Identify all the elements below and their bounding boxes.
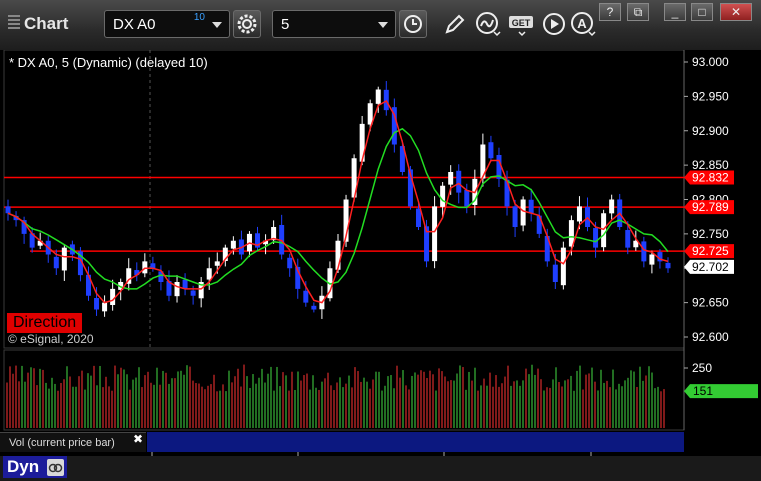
candle-body bbox=[303, 290, 309, 303]
chart-grid bbox=[3, 50, 761, 431]
candle-body bbox=[190, 290, 196, 296]
chevron-down-icon[interactable] bbox=[378, 22, 388, 28]
candle-body bbox=[415, 208, 421, 227]
price-flag-label: 92.725 bbox=[692, 244, 729, 258]
copyright: © eSignal, 2020 bbox=[8, 332, 94, 346]
help-button[interactable]: ? bbox=[599, 3, 621, 21]
get-icon: GET bbox=[509, 16, 533, 37]
candle-body bbox=[150, 263, 156, 269]
candle-body bbox=[504, 179, 510, 207]
app-title: Chart bbox=[8, 14, 68, 34]
bottom-bar bbox=[0, 456, 761, 481]
get-button[interactable]: GET bbox=[507, 10, 535, 38]
price-tick-label: 92.950 bbox=[692, 89, 729, 103]
candle-body bbox=[375, 89, 381, 104]
maximize-button[interactable]: □ bbox=[691, 3, 713, 21]
candle-body bbox=[512, 206, 518, 227]
pencil-icon bbox=[445, 14, 465, 34]
symbol-badge: 10 bbox=[193, 12, 205, 23]
chevron-down-icon[interactable] bbox=[212, 22, 222, 28]
candle-body bbox=[383, 89, 389, 111]
play-icon bbox=[543, 13, 565, 35]
candle-body bbox=[174, 282, 180, 297]
svg-text:GET: GET bbox=[512, 18, 531, 28]
symbol-value: DX A0 bbox=[113, 16, 156, 33]
draw-button[interactable] bbox=[440, 10, 468, 38]
volume-flag-label: 151 bbox=[693, 384, 713, 398]
candle-body bbox=[110, 288, 116, 306]
chart-title: * DX A0, 5 (Dynamic) (delayed 10) bbox=[9, 55, 208, 70]
candle-body bbox=[142, 261, 148, 274]
volume-pane-label: Vol (current price bar) bbox=[0, 432, 146, 452]
time-button[interactable] bbox=[399, 10, 427, 38]
candle-body bbox=[182, 279, 188, 289]
candle-body bbox=[665, 262, 671, 269]
candle-body bbox=[311, 305, 317, 310]
toolbar: Chart DX A0 10 5 GET A ? ⧉ _ □ ✕ bbox=[0, 0, 761, 51]
app-title-text: Chart bbox=[24, 14, 69, 33]
candle-body bbox=[5, 206, 11, 214]
candle-body bbox=[593, 228, 599, 248]
price-tick-label: 92.750 bbox=[692, 227, 729, 241]
candle-body bbox=[528, 199, 534, 214]
study-button[interactable] bbox=[474, 10, 502, 38]
chart-area[interactable]: 93.00092.95092.90092.85092.80092.75092.7… bbox=[0, 50, 761, 460]
price-tick-label: 92.600 bbox=[692, 330, 729, 344]
interval-select[interactable]: 5 bbox=[272, 10, 396, 38]
alert-button[interactable]: A bbox=[569, 10, 597, 38]
restore-link-button[interactable]: ⧉ bbox=[627, 3, 649, 21]
minimize-button[interactable]: _ bbox=[664, 3, 686, 21]
study-label[interactable]: Direction bbox=[7, 313, 83, 333]
candle-body bbox=[552, 264, 558, 282]
candle-body bbox=[432, 206, 438, 262]
alert-a-icon: A bbox=[571, 12, 596, 37]
candle-body bbox=[609, 199, 615, 214]
symbol-input[interactable]: DX A0 10 bbox=[104, 10, 230, 38]
candle-body bbox=[649, 254, 655, 265]
candle-body bbox=[94, 298, 100, 310]
gear-icon bbox=[237, 14, 257, 34]
candle-body bbox=[625, 230, 631, 248]
close-button[interactable]: ✕ bbox=[720, 3, 752, 21]
candle-body bbox=[464, 189, 470, 207]
candle-body bbox=[448, 172, 454, 185]
candle-body bbox=[230, 240, 236, 249]
price-flag-label: 92.702 bbox=[692, 260, 729, 274]
candle-body bbox=[641, 241, 647, 262]
candle-body bbox=[560, 247, 566, 286]
candle-body bbox=[576, 206, 582, 222]
candle-body bbox=[53, 256, 59, 269]
candle-body bbox=[61, 247, 67, 271]
candle-body bbox=[214, 261, 220, 266]
candle-body bbox=[601, 213, 607, 248]
price-tick-label: 93.000 bbox=[692, 55, 729, 69]
price-flag-label: 92.789 bbox=[692, 200, 729, 214]
settings-button[interactable] bbox=[233, 10, 261, 38]
clock-icon bbox=[404, 15, 422, 33]
candle-body bbox=[456, 170, 462, 193]
link-lock-icon[interactable] bbox=[47, 459, 64, 476]
interval-value: 5 bbox=[281, 16, 290, 33]
dynamic-button[interactable]: Dyn bbox=[3, 456, 67, 478]
price-chart[interactable]: 93.00092.95092.90092.85092.80092.75092.7… bbox=[0, 50, 761, 460]
price-flag-label: 92.832 bbox=[692, 171, 729, 185]
candle-body bbox=[440, 185, 446, 207]
svg-text:A: A bbox=[577, 16, 587, 31]
candle-body bbox=[520, 199, 526, 226]
close-icon[interactable]: ✖ bbox=[133, 432, 143, 446]
volume-tick-label: 250 bbox=[692, 361, 712, 375]
candle-body bbox=[488, 142, 494, 159]
study-curve-icon bbox=[476, 12, 501, 37]
dynamic-label: Dyn bbox=[7, 457, 40, 476]
price-tick-label: 92.900 bbox=[692, 124, 729, 138]
candle-body bbox=[206, 268, 212, 280]
play-button[interactable] bbox=[540, 10, 568, 38]
volume-pane-strip bbox=[147, 432, 684, 452]
chart-window: Chart DX A0 10 5 GET A ? ⧉ _ □ ✕ 93.000 … bbox=[0, 0, 761, 481]
candle-body bbox=[287, 257, 293, 269]
price-tick-label: 92.650 bbox=[692, 296, 729, 310]
candle-body bbox=[102, 302, 108, 312]
grip-icon bbox=[8, 15, 20, 31]
